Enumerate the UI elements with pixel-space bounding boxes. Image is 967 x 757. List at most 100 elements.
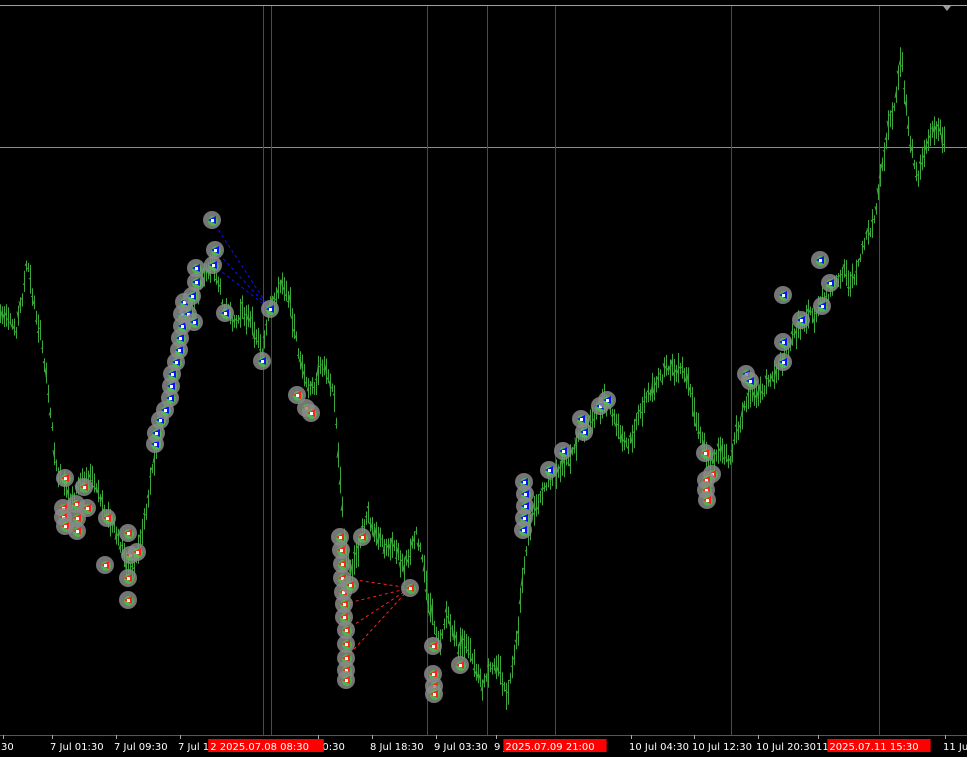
- sell-marker[interactable]: [425, 685, 443, 703]
- buy-marker[interactable]: [203, 211, 221, 229]
- buy-marker[interactable]: [253, 352, 271, 370]
- sell-marker[interactable]: [119, 524, 137, 542]
- marker-dot: [127, 532, 130, 535]
- buy-marker[interactable]: [813, 297, 831, 315]
- highlight-time-label: 2 2025.07.08 08:30: [210, 742, 309, 753]
- marker-dot: [83, 486, 86, 489]
- sell-marker[interactable]: [78, 499, 96, 517]
- buy-marker[interactable]: [575, 423, 593, 441]
- marker-dot: [432, 645, 435, 648]
- sell-marker[interactable]: [401, 579, 419, 597]
- sell-marker[interactable]: [68, 522, 86, 540]
- price-tick: [278, 282, 281, 284]
- marker-dot: [523, 517, 526, 520]
- marker-dot: [432, 673, 435, 676]
- marker-dot: [64, 477, 67, 480]
- buy-marker[interactable]: [514, 521, 532, 539]
- sell-marker[interactable]: [56, 469, 74, 487]
- sell-marker[interactable]: [353, 528, 371, 546]
- sell-marker[interactable]: [128, 543, 146, 561]
- buy-marker[interactable]: [204, 256, 222, 274]
- buy-marker[interactable]: [540, 461, 558, 479]
- marker-dot: [195, 267, 198, 270]
- buy-marker[interactable]: [261, 300, 279, 318]
- sell-marker[interactable]: [98, 509, 116, 527]
- marker-dot: [269, 308, 272, 311]
- marker-dot: [310, 412, 313, 415]
- sell-marker[interactable]: [341, 576, 359, 594]
- price-tick: [414, 530, 417, 533]
- marker-dot: [181, 325, 184, 328]
- chart-background: [0, 0, 967, 757]
- marker-dot: [340, 549, 343, 552]
- sell-marker[interactable]: [75, 478, 93, 496]
- marker-dot: [704, 452, 707, 455]
- x-tick-label: 10 Jul 04:30: [629, 742, 689, 753]
- price-tick: [590, 421, 593, 424]
- marker-dot: [193, 321, 196, 324]
- marker-dot: [175, 361, 178, 364]
- price-tick: [334, 423, 337, 426]
- sell-marker[interactable]: [119, 569, 137, 587]
- marker-dot: [548, 469, 551, 472]
- buy-marker[interactable]: [187, 259, 205, 277]
- marker-dot: [523, 481, 526, 484]
- marker-dot: [821, 305, 824, 308]
- marker-dot: [343, 603, 346, 606]
- price-tick: [860, 243, 863, 246]
- price-tick: [318, 365, 321, 368]
- buy-marker[interactable]: [216, 304, 234, 322]
- buy-marker[interactable]: [792, 311, 810, 329]
- marker-dot: [155, 432, 158, 435]
- buy-marker[interactable]: [185, 313, 203, 331]
- buy-marker[interactable]: [741, 372, 759, 390]
- price-tick: [142, 513, 145, 515]
- price-tick: [256, 340, 259, 343]
- price-tick: [840, 273, 843, 276]
- marker-dot: [169, 397, 172, 400]
- marker-dot: [211, 219, 214, 222]
- marker-dot: [343, 616, 346, 619]
- price-tick: [308, 384, 311, 386]
- sell-marker[interactable]: [302, 404, 320, 422]
- buy-marker[interactable]: [774, 353, 792, 371]
- highlight-time-label: 2025.07.09 21:00: [505, 742, 594, 753]
- marker-dot: [154, 443, 157, 446]
- buy-marker[interactable]: [554, 442, 572, 460]
- buy-marker[interactable]: [774, 333, 792, 351]
- marker-dot: [179, 337, 182, 340]
- sell-marker[interactable]: [337, 671, 355, 689]
- marker-dot: [706, 499, 709, 502]
- marker-dot: [127, 577, 130, 580]
- price-tick: [500, 683, 503, 685]
- price-tick: [322, 368, 325, 370]
- highlight-time-label: 2025.07.11 15:30: [829, 742, 918, 753]
- marker-dot: [345, 657, 348, 660]
- marker-dot: [522, 529, 525, 532]
- marker-dot: [104, 564, 107, 567]
- sell-marker[interactable]: [96, 556, 114, 574]
- marker-dot: [800, 319, 803, 322]
- marker-dot: [345, 679, 348, 682]
- buy-marker[interactable]: [821, 274, 839, 292]
- buy-marker[interactable]: [598, 391, 616, 409]
- buy-marker[interactable]: [774, 286, 792, 304]
- marker-dot: [409, 587, 412, 590]
- x-tick-label: 10 Jul 12:30: [692, 742, 752, 753]
- sell-marker[interactable]: [696, 444, 714, 462]
- marker-dot: [829, 282, 832, 285]
- sell-marker[interactable]: [451, 656, 469, 674]
- marker-dot: [524, 493, 527, 496]
- sell-marker[interactable]: [424, 637, 442, 655]
- sell-marker[interactable]: [119, 591, 137, 609]
- price-chart: 30 7 Jul 01:30 7 Jul 09:30 7 Jul 17:30 10:30…: [0, 0, 967, 757]
- x-tick-label: 7 Jul 09:30: [114, 742, 168, 753]
- price-tick: [432, 623, 435, 625]
- marker-dot: [86, 507, 89, 510]
- x-tick-label: 10 Jul 20:30: [756, 742, 816, 753]
- marker-dot: [524, 505, 527, 508]
- sell-marker[interactable]: [698, 491, 716, 509]
- marker-dot: [819, 259, 822, 262]
- marker-dot: [214, 249, 217, 252]
- buy-marker[interactable]: [811, 251, 829, 269]
